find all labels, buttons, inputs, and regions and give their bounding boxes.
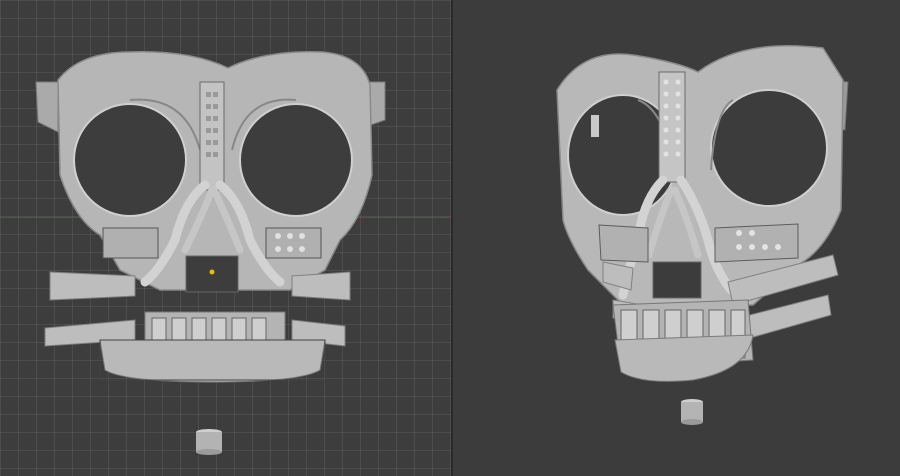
mask-model-front[interactable] [0, 0, 451, 476]
blender-split-view [0, 0, 900, 476]
mask-model-perspective[interactable] [453, 0, 900, 476]
viewport-front-ortho[interactable] [0, 0, 451, 476]
viewport-perspective[interactable] [453, 0, 900, 476]
